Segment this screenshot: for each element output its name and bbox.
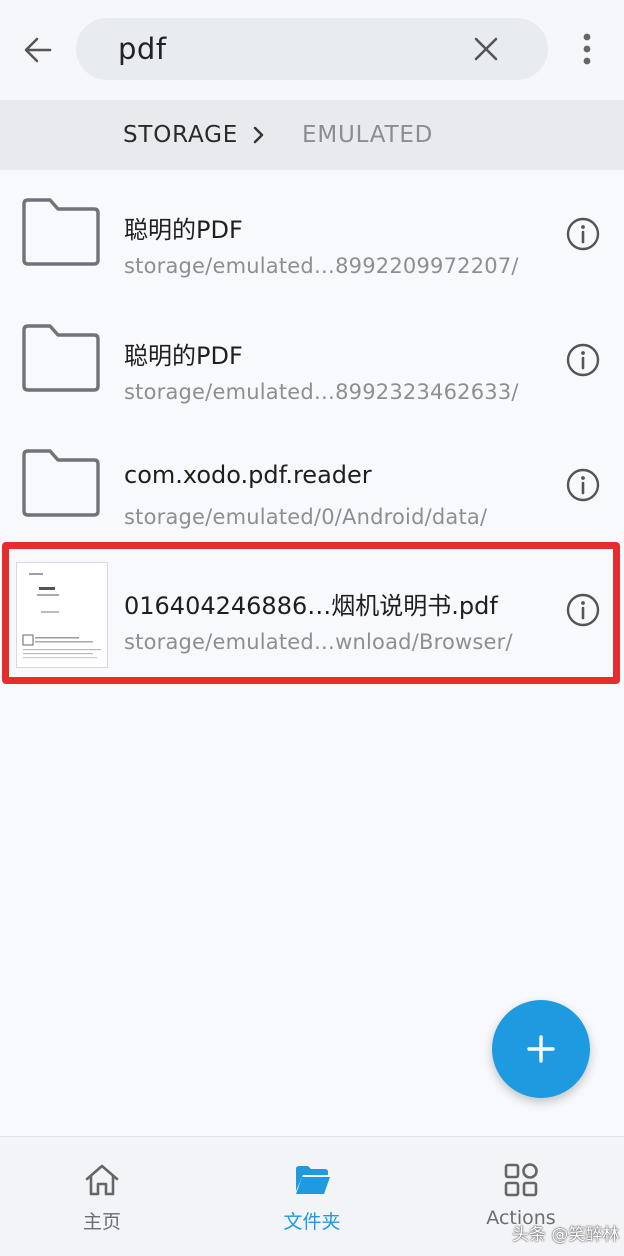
folder-icon xyxy=(22,324,100,392)
nav-home-label: 主页 xyxy=(82,1211,121,1233)
list-item-pdf[interactable]: 016404246886…烟机说明书.pdf storage/emulated…… xyxy=(0,546,624,672)
back-arrow-icon xyxy=(24,37,52,63)
folder-open-icon xyxy=(296,1166,330,1194)
watermark: 头条 @笑醉林 xyxy=(512,1225,620,1245)
search-query[interactable]: pdf xyxy=(118,32,167,66)
file-path: storage/emulated/0/Android/data/ xyxy=(124,505,488,529)
back-button[interactable] xyxy=(16,28,60,72)
grid-icon xyxy=(504,1163,538,1197)
more-vert-icon xyxy=(583,33,591,65)
info-icon[interactable] xyxy=(566,343,600,377)
file-name: 聪明的PDF xyxy=(124,216,243,244)
info-icon[interactable] xyxy=(566,468,600,502)
file-name: com.xodo.pdf.reader xyxy=(124,461,372,489)
file-browser-screen: pdf STORAGE EMULATED 聪明的PDF storage/emul… xyxy=(0,0,624,1256)
info-icon[interactable] xyxy=(566,593,600,627)
list-item[interactable]: com.xodo.pdf.reader storage/emulated/0/A… xyxy=(0,421,624,547)
more-options-button[interactable] xyxy=(566,26,608,72)
chevron-right-icon xyxy=(253,126,264,144)
list-item[interactable]: 聪明的PDF storage/emulated…8992323462633/ xyxy=(0,296,624,422)
plus-icon xyxy=(527,1035,555,1063)
info-icon[interactable] xyxy=(566,217,600,251)
file-path: storage/emulated…8992209972207/ xyxy=(124,254,519,278)
nav-home[interactable]: 主页 xyxy=(32,1137,172,1256)
breadcrumb-storage[interactable]: STORAGE xyxy=(123,122,238,148)
breadcrumb-emulated[interactable]: EMULATED xyxy=(302,122,433,148)
folder-icon xyxy=(22,198,100,266)
search-input[interactable]: pdf xyxy=(76,18,548,80)
nav-folders[interactable]: 文件夹 xyxy=(242,1137,382,1256)
nav-folders-label: 文件夹 xyxy=(283,1211,341,1233)
breadcrumb: STORAGE EMULATED xyxy=(0,100,624,170)
list-item[interactable]: 聪明的PDF storage/emulated…8992209972207/ xyxy=(0,170,624,296)
add-button[interactable] xyxy=(492,1000,590,1098)
file-path: storage/emulated…8992323462633/ xyxy=(124,380,519,404)
file-path: storage/emulated…wnload/Browser/ xyxy=(124,630,513,654)
close-icon[interactable] xyxy=(470,33,502,65)
search-toolbar: pdf xyxy=(0,0,624,100)
file-name: 016404246886…烟机说明书.pdf xyxy=(124,592,498,620)
home-icon xyxy=(85,1164,119,1196)
folder-icon xyxy=(22,449,100,517)
file-name: 聪明的PDF xyxy=(124,342,243,370)
